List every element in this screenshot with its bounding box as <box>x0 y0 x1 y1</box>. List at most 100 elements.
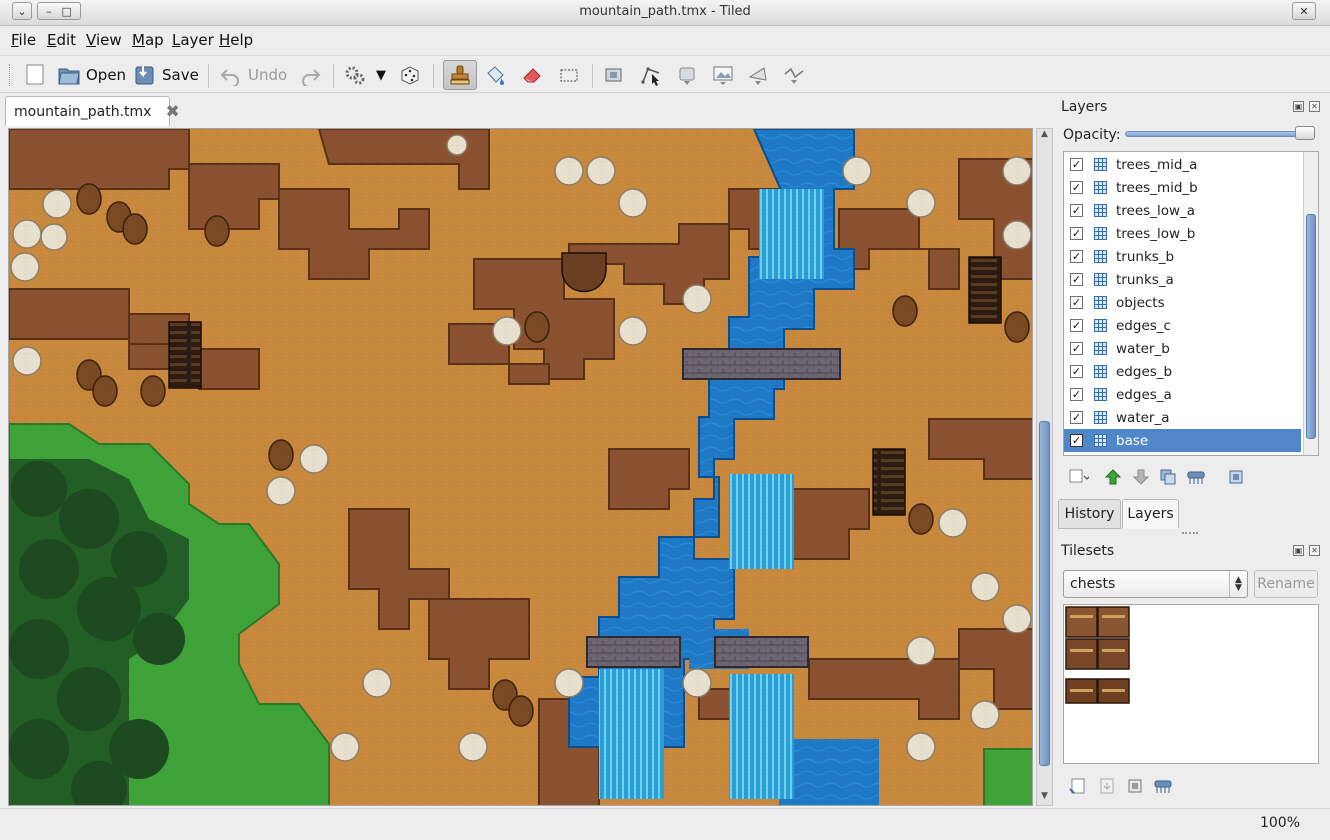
tileset-select[interactable]: chests ▲ ▼ <box>1063 570 1248 598</box>
open-label: Open <box>86 66 127 84</box>
redo-button[interactable] <box>299 61 321 89</box>
select-objects-tool[interactable] <box>604 61 626 89</box>
visibility-checkbox[interactable]: ✓ <box>1070 319 1083 332</box>
tile-layer-icon <box>1094 342 1107 355</box>
layer-row[interactable]: ✓ trees_low_b <box>1064 222 1301 245</box>
window-close-button[interactable]: ✕ <box>1292 2 1316 20</box>
splitter-handle[interactable] <box>1182 532 1198 536</box>
new-layer-button[interactable] <box>1069 467 1089 487</box>
insert-tile-tool[interactable] <box>712 61 734 89</box>
map-canvas[interactable] <box>8 128 1033 806</box>
save-button[interactable]: Save <box>134 61 199 89</box>
visibility-checkbox[interactable]: ✓ <box>1070 365 1083 378</box>
scroll-thumb[interactable] <box>1039 421 1050 766</box>
commands-button[interactable]: ▼ <box>344 61 386 89</box>
layer-row[interactable]: ✓ trees_low_a <box>1064 199 1301 222</box>
layer-list-scrollbar[interactable] <box>1303 152 1318 455</box>
open-button[interactable]: Open <box>58 61 126 89</box>
duplicate-layer-button[interactable] <box>1158 467 1178 487</box>
layer-row[interactable]: ✓ trees_mid_a <box>1064 153 1301 176</box>
bucket-fill-tool[interactable] <box>484 61 506 89</box>
visibility-checkbox[interactable]: ✓ <box>1070 250 1083 263</box>
menu-view-mnemonic: V <box>86 31 96 49</box>
scroll-up-icon[interactable]: ▲ <box>1037 129 1052 143</box>
float-icon[interactable]: ▣ <box>1293 545 1304 556</box>
visibility-checkbox[interactable]: ✓ <box>1070 388 1083 401</box>
layer-row[interactable]: ✓ edges_a <box>1064 383 1301 406</box>
visibility-checkbox[interactable]: ✓ <box>1070 342 1083 355</box>
close-icon[interactable]: ✖ <box>165 102 179 122</box>
menu-file-label: ile <box>18 31 37 49</box>
scroll-down-icon[interactable]: ▼ <box>1037 791 1052 805</box>
menu-map-label: ap <box>144 31 164 49</box>
toolbar-separator <box>433 64 434 88</box>
menu-layer[interactable]: Layer <box>172 31 214 49</box>
tile-layer-icon <box>1094 296 1107 309</box>
visibility-checkbox[interactable]: ✓ <box>1070 296 1083 309</box>
layer-row[interactable]: ✓ trees_mid_b <box>1064 176 1301 199</box>
visibility-checkbox[interactable]: ✓ <box>1070 434 1083 447</box>
close-icon[interactable]: ✕ <box>1309 545 1320 556</box>
tab-history[interactable]: History <box>1058 499 1121 529</box>
insert-rectangle-tool[interactable] <box>676 61 698 89</box>
redo-icon <box>299 64 321 86</box>
new-button[interactable] <box>24 61 46 89</box>
document-tab[interactable]: mountain_path.tmx ✖ <box>5 96 180 126</box>
new-tileset-icon <box>1069 778 1085 794</box>
layer-row[interactable]: ✓ trunks_a <box>1064 268 1301 291</box>
close-icon[interactable]: ✕ <box>1309 101 1320 112</box>
menu-help[interactable]: Help <box>219 31 253 49</box>
rectangle-select-tool[interactable] <box>558 61 580 89</box>
layer-row[interactable]: ✓ edges_b <box>1064 360 1301 383</box>
stamp-icon <box>449 64 471 86</box>
layer-row[interactable]: ✓ water_b <box>1064 337 1301 360</box>
layer-row[interactable]: ✓ objects <box>1064 291 1301 314</box>
visibility-checkbox[interactable]: ✓ <box>1070 273 1083 286</box>
float-icon[interactable]: ▣ <box>1293 101 1304 112</box>
stamp-brush-tool[interactable] <box>449 61 471 89</box>
insert-polyline-tool[interactable] <box>783 61 805 89</box>
visibility-checkbox[interactable]: ✓ <box>1070 158 1083 171</box>
visibility-checkbox[interactable]: ✓ <box>1070 227 1083 240</box>
random-mode-button[interactable] <box>399 61 421 89</box>
menu-map[interactable]: Map <box>132 31 164 49</box>
eraser-tool[interactable] <box>521 61 543 89</box>
menu-file[interactable]: File <box>11 31 36 49</box>
visibility-checkbox[interactable]: ✓ <box>1070 204 1083 217</box>
visibility-checkbox[interactable]: ✓ <box>1070 411 1083 424</box>
edit-polygons-tool[interactable] <box>640 61 662 89</box>
lower-layer-button[interactable] <box>1131 467 1151 487</box>
opacity-slider-handle[interactable] <box>1295 126 1315 140</box>
undo-button[interactable]: Undo <box>220 61 287 89</box>
menu-help-label: elp <box>230 31 254 49</box>
remove-layer-button[interactable] <box>1186 467 1206 487</box>
layer-row[interactable]: ✓ trunks_b <box>1064 245 1301 268</box>
tab-layers[interactable]: Layers <box>1122 499 1179 529</box>
edit-polygon-icon <box>640 64 662 86</box>
menu-edit[interactable]: Edit <box>47 31 76 49</box>
layer-name: edges_a <box>1116 386 1172 403</box>
layer-row[interactable]: ✓ edges_c <box>1064 314 1301 337</box>
import-tileset-button[interactable] <box>1097 776 1117 796</box>
properties-icon <box>1229 470 1243 484</box>
scroll-thumb[interactable] <box>1306 214 1316 439</box>
chest-tiles[interactable] <box>1064 605 1134 710</box>
opacity-slider[interactable] <box>1125 131 1315 137</box>
remove-tileset-button[interactable] <box>1153 776 1173 796</box>
edit-tileset-button[interactable] <box>1125 776 1145 796</box>
menu-edit-label: dit <box>56 31 77 49</box>
menu-view[interactable]: View <box>86 31 122 49</box>
new-tileset-button[interactable] <box>1068 776 1088 796</box>
rename-button[interactable]: Rename <box>1254 570 1318 598</box>
new-layer-icon <box>1069 469 1089 483</box>
raise-layer-button[interactable] <box>1103 467 1123 487</box>
insert-polygon-tool[interactable] <box>747 61 769 89</box>
layers-panel-title: Layers <box>1061 99 1108 115</box>
layer-row-selected[interactable]: ✓ base <box>1064 429 1301 452</box>
layer-row[interactable]: ✓ water_a <box>1064 406 1301 429</box>
tileset-view[interactable] <box>1063 604 1319 764</box>
visibility-checkbox[interactable]: ✓ <box>1070 181 1083 194</box>
zoom-level[interactable]: 100% <box>1260 815 1300 831</box>
map-vertical-scrollbar[interactable]: ▲ ▼ <box>1036 128 1053 806</box>
layer-properties-button[interactable] <box>1226 467 1246 487</box>
